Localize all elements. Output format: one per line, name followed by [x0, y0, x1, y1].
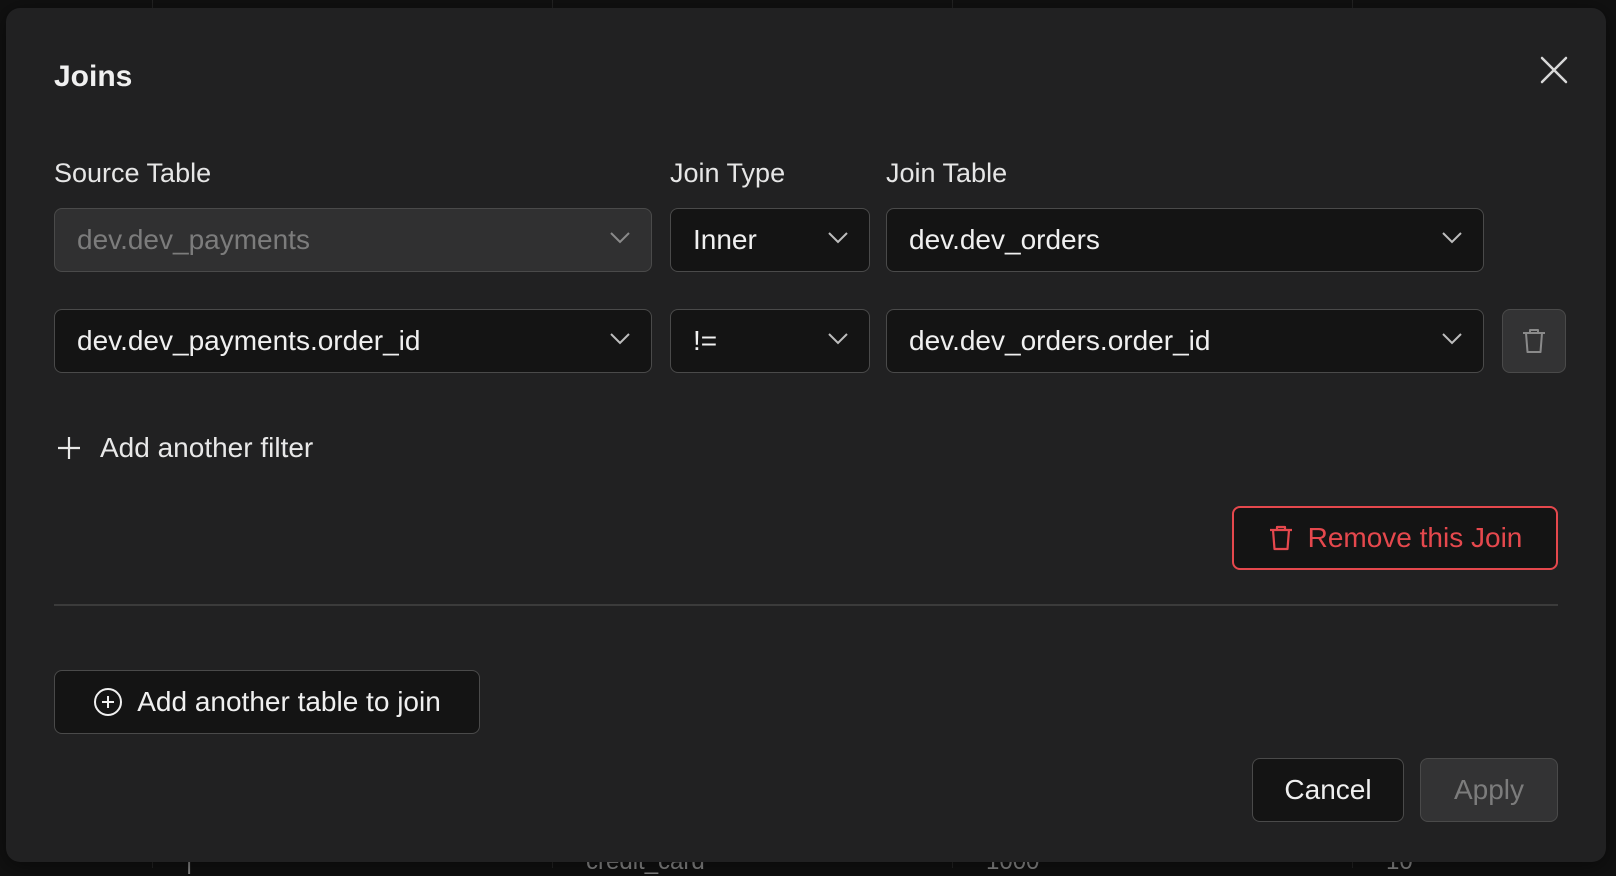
join-type-label: Join Type — [670, 158, 785, 189]
filter-left-column-select[interactable]: dev.dev_payments.order_id — [54, 309, 652, 373]
trash-icon — [1521, 327, 1547, 355]
source-table-select: dev.dev_payments — [54, 208, 652, 272]
trash-icon — [1268, 524, 1294, 552]
add-table-label: Add another table to join — [137, 686, 441, 718]
apply-button[interactable]: Apply — [1420, 758, 1558, 822]
chevron-down-icon — [827, 332, 849, 346]
close-icon — [1536, 52, 1572, 88]
chevron-down-icon — [609, 332, 631, 346]
add-table-button[interactable]: Add another table to join — [54, 670, 480, 734]
source-table-label: Source Table — [54, 158, 211, 189]
chevron-down-icon — [827, 231, 849, 245]
join-table-value: dev.dev_orders — [909, 224, 1100, 256]
remove-join-label: Remove this Join — [1308, 522, 1523, 554]
dialog-title: Joins — [54, 60, 132, 94]
add-filter-label: Add another filter — [100, 432, 313, 464]
chevron-down-icon — [1441, 231, 1463, 245]
filter-operator-value: != — [693, 325, 717, 357]
chevron-down-icon — [609, 231, 631, 245]
remove-join-button[interactable]: Remove this Join — [1232, 506, 1558, 570]
join-table-select[interactable]: dev.dev_orders — [886, 208, 1484, 272]
close-button[interactable] — [1536, 52, 1572, 88]
filter-operator-select[interactable]: != — [670, 309, 870, 373]
add-filter-button[interactable]: Add another filter — [56, 428, 313, 468]
chevron-down-icon — [1441, 332, 1463, 346]
join-type-value: Inner — [693, 224, 757, 256]
join-type-select[interactable]: Inner — [670, 208, 870, 272]
divider — [54, 604, 1558, 606]
source-table-value: dev.dev_payments — [77, 224, 310, 256]
filter-left-column-value: dev.dev_payments.order_id — [77, 325, 420, 357]
plus-icon — [56, 435, 82, 461]
cancel-button[interactable]: Cancel — [1252, 758, 1404, 822]
joins-dialog: Joins Source Table Join Type Join Table … — [6, 8, 1606, 862]
filter-right-column-value: dev.dev_orders.order_id — [909, 325, 1210, 357]
plus-circle-icon — [93, 687, 123, 717]
join-table-label: Join Table — [886, 158, 1007, 189]
delete-filter-button[interactable] — [1502, 309, 1566, 373]
filter-right-column-select[interactable]: dev.dev_orders.order_id — [886, 309, 1484, 373]
